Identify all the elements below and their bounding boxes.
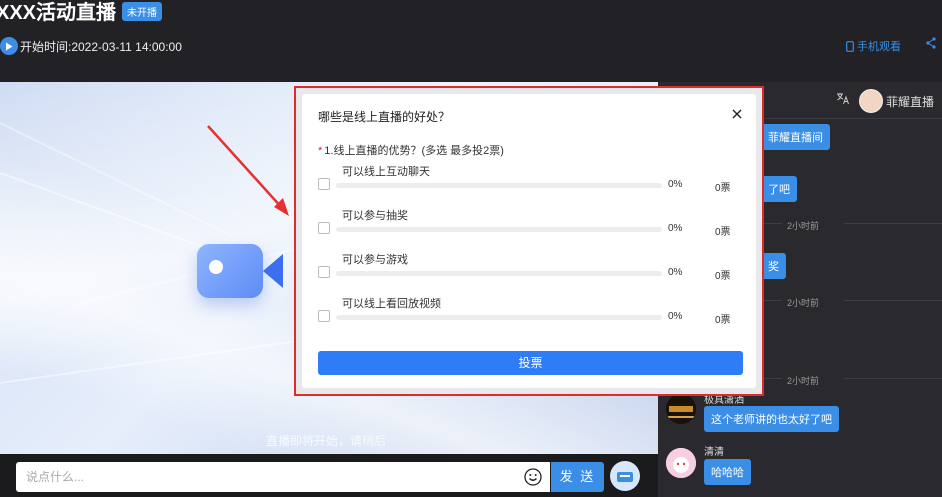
translate-icon[interactable]: [836, 92, 850, 108]
mobile-watch-label: 手机观看: [857, 41, 901, 53]
option-checkbox[interactable]: [318, 266, 330, 278]
page-header: XXX活动直播 未开播 开始时间:2022-03-11 14:00:00 手机观看: [0, 0, 942, 82]
option-percent: 0%: [668, 267, 683, 278]
option-progress-bar: [336, 271, 662, 276]
chat-bubble: 菲耀直播间: [761, 124, 830, 150]
option-label: 可以线上看回放视频: [342, 298, 441, 310]
avatar[interactable]: [666, 394, 696, 424]
option-percent: 0%: [668, 223, 683, 234]
status-badge: 未开播: [122, 2, 163, 22]
gift-icon[interactable]: [610, 461, 640, 491]
chat-bubble: 哈哈哈: [704, 459, 751, 485]
play-icon[interactable]: [0, 37, 18, 55]
poll-option[interactable]: 可以线上看回放视频 0% 0票: [318, 293, 748, 329]
chat-bubble: 奖: [761, 253, 786, 279]
required-mark: *: [318, 145, 323, 157]
option-progress-bar: [336, 227, 662, 232]
avatar[interactable]: [666, 448, 696, 478]
live-title: XXX活动直播: [0, 2, 117, 24]
share-icon[interactable]: [926, 37, 936, 52]
option-checkbox[interactable]: [318, 178, 330, 190]
option-progress-bar: [336, 183, 662, 188]
option-progress-bar: [336, 315, 662, 320]
timestamp: 2小时前: [787, 298, 820, 308]
close-icon[interactable]: [732, 107, 742, 123]
page-title: XXX活动直播 未开播: [0, 0, 163, 25]
mobile-watch-link[interactable]: 手机观看: [846, 38, 901, 54]
poll-dialog-highlight: 哪些是线上直播的好处？ * 1.线上直播的优势？(多选 最多投2票) 可以线上互动…: [294, 86, 764, 396]
option-checkbox[interactable]: [318, 222, 330, 234]
option-votes: 0票: [715, 271, 731, 282]
poll-option[interactable]: 可以参与游戏 0% 0票: [318, 249, 748, 285]
chat-username: 清清: [704, 447, 724, 458]
timestamp: 2小时前: [787, 376, 820, 386]
chat-bubble: 这个老师讲的也太好了吧: [704, 406, 839, 432]
option-votes: 0票: [715, 227, 731, 238]
poll-option[interactable]: 可以线上互动聊天 0% 0票: [318, 161, 748, 197]
poll-title: 哪些是线上直播的好处？: [318, 110, 451, 124]
send-button[interactable]: 发 送: [551, 462, 604, 492]
chat-bubble: 了吧: [761, 176, 797, 202]
phone-icon: [846, 40, 854, 52]
start-time: 开始时间:2022-03-11 14:00:00: [0, 37, 182, 55]
option-percent: 0%: [668, 179, 683, 190]
option-votes: 0票: [715, 315, 731, 326]
poll-dialog: 哪些是线上直播的好处？ * 1.线上直播的优势？(多选 最多投2票) 可以线上互动…: [302, 94, 756, 388]
host-name: 菲耀直播: [886, 95, 935, 109]
start-time-text: 开始时间:2022-03-11 14:00:00: [20, 39, 182, 54]
option-votes: 0票: [715, 183, 731, 194]
chat-input-bar: 说点什么... 发 送: [0, 454, 658, 497]
vote-button[interactable]: 投票: [318, 351, 743, 375]
timestamp: 2小时前: [787, 221, 820, 231]
poll-question: * 1.线上直播的优势？(多选 最多投2票): [318, 142, 504, 158]
option-percent: 0%: [668, 311, 683, 322]
poll-option[interactable]: 可以参与抽奖 0% 0票: [318, 205, 748, 241]
option-label: 可以线上互动聊天: [342, 166, 430, 178]
option-label: 可以参与抽奖: [342, 210, 408, 222]
host-avatar[interactable]: [859, 89, 883, 113]
chat-input[interactable]: 说点什么...: [16, 462, 550, 492]
option-checkbox[interactable]: [318, 310, 330, 322]
option-label: 可以参与游戏: [342, 254, 408, 266]
emoji-icon[interactable]: [524, 468, 542, 486]
poll-question-text: 1.线上直播的优势？(多选 最多投2票): [324, 145, 504, 157]
